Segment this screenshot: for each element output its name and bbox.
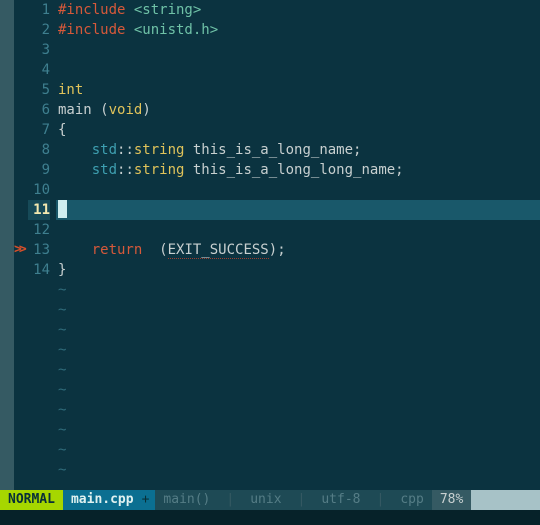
fold-gutter: [0, 0, 14, 490]
token-con: EXIT_SUCCESS: [168, 242, 269, 259]
separator-icon: |: [369, 490, 393, 510]
empty-line-tilde: ~: [56, 380, 540, 400]
empty-line-tilde: ~: [56, 400, 540, 420]
empty-line-tilde: ~: [56, 320, 540, 340]
code-line[interactable]: return (EXIT_SUCCESS);: [56, 240, 540, 260]
token-pr: ): [142, 102, 150, 118]
line-number: 13: [28, 240, 50, 260]
scroll-percent: 78%: [432, 490, 471, 510]
filetype: cpp: [392, 490, 431, 510]
code-line[interactable]: [56, 40, 540, 60]
empty-line-tilde: ~: [56, 280, 540, 300]
token-pr: ::: [117, 162, 134, 178]
code-line[interactable]: std::string this_is_a_long_long_name;: [56, 160, 540, 180]
token-pr: ;: [353, 142, 361, 158]
token-pr: ;: [395, 162, 403, 178]
error-sign-icon: >>: [14, 242, 28, 257]
command-line[interactable]: [0, 510, 540, 525]
buffer-area[interactable]: >> 1234567891011121314 #include <string>…: [0, 0, 540, 490]
function-context: main(): [155, 490, 218, 510]
code-line[interactable]: [56, 220, 540, 240]
token-kw: return: [92, 242, 143, 258]
code-line[interactable]: #include <string>: [56, 0, 540, 20]
token-id: [58, 142, 92, 158]
line-number: 8: [28, 140, 50, 160]
token-typ: void: [109, 102, 143, 118]
separator-icon: |: [218, 490, 242, 510]
status-line: NORMAL main.cpp + main() | unix | utf-8 …: [0, 490, 540, 510]
line-number: 3: [28, 40, 50, 60]
sign-column: >>: [14, 0, 28, 490]
token-typ: int: [58, 82, 83, 98]
token-typ: string: [134, 162, 185, 178]
token-pp: #include: [58, 2, 134, 18]
modified-flag: +: [142, 490, 156, 510]
empty-line-tilde: ~: [56, 300, 540, 320]
token-ns: std: [92, 142, 117, 158]
code-line[interactable]: {: [56, 120, 540, 140]
cursor: [58, 200, 67, 218]
token-ns: std: [92, 162, 117, 178]
token-id: this_is_a_long_name: [184, 142, 353, 158]
token-pr: (: [159, 242, 167, 258]
line-col-indicator: LN 11:1: [471, 490, 540, 510]
token-pr: ): [269, 242, 277, 258]
token-id: [58, 242, 92, 258]
token-typ: string: [134, 142, 185, 158]
encoding: utf-8: [313, 490, 368, 510]
empty-line-tilde: ~: [56, 440, 540, 460]
token-id: this_is_a_long_long_name: [184, 162, 395, 178]
line-number: 11: [28, 200, 50, 220]
line-number: 4: [28, 60, 50, 80]
empty-line-tilde: ~: [56, 420, 540, 440]
line-number: 10: [28, 180, 50, 200]
code-line[interactable]: std::string this_is_a_long_name;: [56, 140, 540, 160]
token-inc: <unistd.h>: [134, 22, 218, 38]
code-line[interactable]: main (void): [56, 100, 540, 120]
token-id: [58, 162, 92, 178]
token-pr: ;: [277, 242, 285, 258]
filename: main.cpp: [63, 490, 142, 510]
line-number: 6: [28, 100, 50, 120]
vim-editor: >> 1234567891011121314 #include <string>…: [0, 0, 540, 525]
token-pr: (: [100, 102, 108, 118]
empty-line-tilde: ~: [56, 340, 540, 360]
code-line[interactable]: int: [56, 80, 540, 100]
token-pr: {: [58, 122, 66, 138]
line-number: 5: [28, 80, 50, 100]
code-area[interactable]: #include <string>#include <unistd.h>intm…: [56, 0, 540, 490]
code-line[interactable]: [56, 200, 540, 220]
line-number: 9: [28, 160, 50, 180]
line-number: 7: [28, 120, 50, 140]
token-pp: #include: [58, 22, 134, 38]
line-number: 12: [28, 220, 50, 240]
empty-line-tilde: ~: [56, 460, 540, 480]
mode-indicator: NORMAL: [0, 490, 63, 510]
line-number: 14: [28, 260, 50, 280]
fileformat: unix: [242, 490, 289, 510]
separator-icon: |: [290, 490, 314, 510]
line-number-column: 1234567891011121314: [28, 0, 56, 490]
token-id: [142, 242, 159, 258]
token-id: main: [58, 102, 100, 118]
line-number: 2: [28, 20, 50, 40]
token-inc: <string>: [134, 2, 201, 18]
code-line[interactable]: [56, 180, 540, 200]
token-pr: ::: [117, 142, 134, 158]
code-line[interactable]: #include <unistd.h>: [56, 20, 540, 40]
token-pr: }: [58, 262, 66, 278]
code-line[interactable]: }: [56, 260, 540, 280]
line-number: 1: [28, 0, 50, 20]
code-line[interactable]: [56, 60, 540, 80]
empty-line-tilde: ~: [56, 360, 540, 380]
